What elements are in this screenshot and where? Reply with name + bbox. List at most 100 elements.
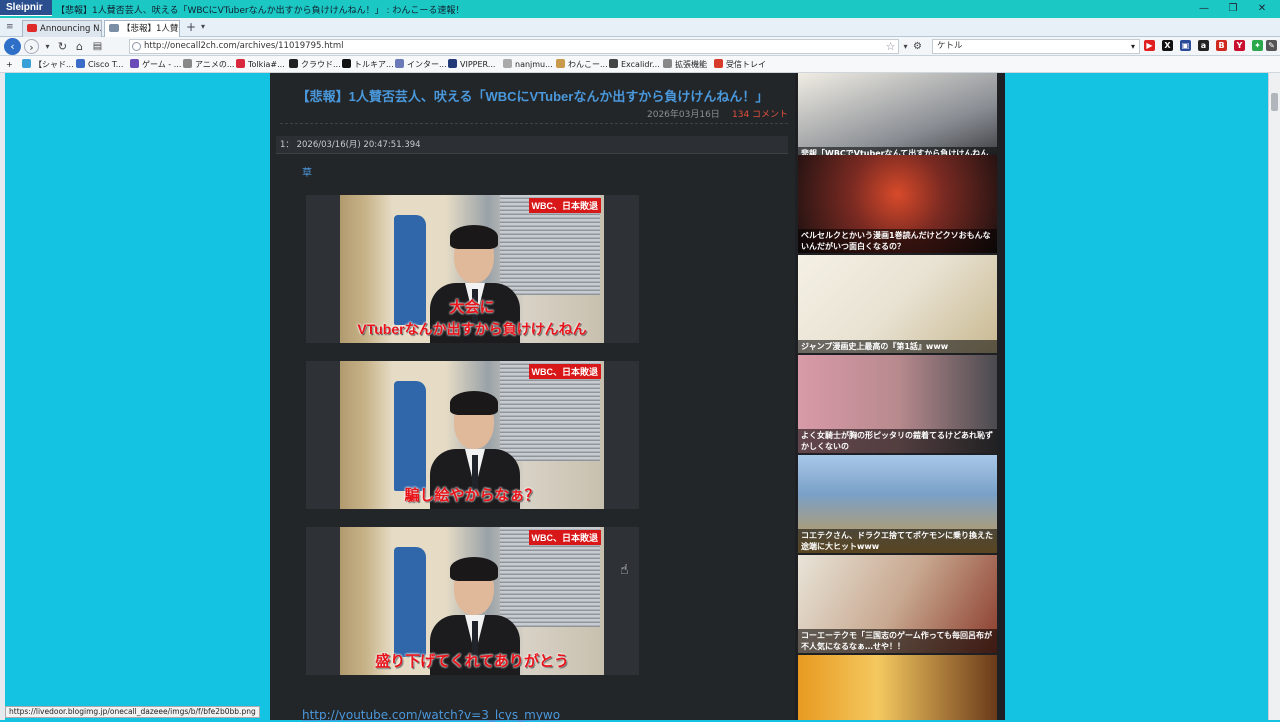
divider — [280, 123, 788, 124]
post-body: 草 — [302, 168, 312, 179]
article-date: 2026年03月16日 — [647, 110, 720, 120]
bookmark-item[interactable]: トルキア... — [342, 58, 394, 71]
bookmark-label: インター... — [407, 60, 447, 69]
bookmark-item[interactable]: Excalidr... — [609, 58, 660, 71]
maximize-icon[interactable]: ❐ — [1226, 2, 1240, 16]
bookmark-b-icon[interactable]: B — [1216, 40, 1227, 51]
thumbnail-image: WBC、日本敗退 盛り下げてくれてありがとう — [340, 527, 604, 675]
bookmark-item[interactable]: 受信トレイ — [714, 58, 766, 71]
related-article[interactable]: コーエーテクモ「三国志のゲーム作っても毎回呂布が不人気になるなぁ…せや！！ — [798, 555, 997, 653]
bookmark-item[interactable]: VIPPER... — [448, 58, 495, 71]
video-icon[interactable]: ▣ — [1180, 40, 1191, 51]
bookmark-label: Cisco T... — [88, 60, 124, 69]
tab-current[interactable]: 【悲報】1人賛否... — [104, 20, 180, 37]
y-icon[interactable]: Y — [1234, 40, 1245, 51]
pencil-icon[interactable]: ✎ — [1266, 40, 1277, 51]
thumbnail-badge: WBC、日本敗退 — [528, 530, 601, 545]
bookmark-item[interactable]: nanjmu... — [503, 58, 553, 71]
related-article-title: コーエーテクモ「三国志のゲーム作っても毎回呂布が不人気になるなぁ…せや！！ — [798, 629, 997, 653]
thumbnail-image: WBC、日本敗退 大会に VTuberなんか出すから負けけんねん — [340, 195, 604, 343]
bookmark-label: nanjmu... — [515, 60, 553, 69]
amazon-icon[interactable]: a — [1198, 40, 1209, 51]
bookmark-icon — [342, 59, 351, 68]
tab-menu-icon[interactable]: ▾ — [201, 22, 205, 31]
bookmark-label: ゲーム - ... — [142, 60, 182, 69]
related-article[interactable]: ベルセルクとかいう漫画1巻読んだけどクソおもんないんだがいつ面白くなるの？ — [798, 155, 997, 253]
back-button[interactable]: ‹ — [4, 38, 21, 55]
tab-list-icon[interactable]: ≡ — [6, 22, 14, 32]
bookmark-item[interactable]: ゲーム - ... — [130, 58, 181, 71]
bookmark-icon — [22, 59, 31, 68]
bookmark-item[interactable]: 拡張機能 — [663, 58, 707, 71]
search-input[interactable]: ケトル — [932, 39, 1140, 54]
comment-count-link[interactable]: 134 コメント — [732, 107, 788, 120]
bookmark-label: 受信トレイ — [726, 60, 766, 69]
video-thumbnail[interactable]: WBC、日本敗退 騙し絵やからなぁ？ — [306, 361, 639, 509]
extension-icon[interactable]: ✦ — [1252, 40, 1263, 51]
thumbnail-caption-line2: VTuberなんか出すから負けけんねん — [357, 321, 587, 337]
youtube-icon[interactable]: ▶ — [1144, 40, 1155, 51]
related-article[interactable]: ジャンプ漫画史上最高の『第1話』www — [798, 255, 997, 353]
bookmark-item[interactable]: クラウド... — [289, 58, 341, 71]
bookmark-label: トルキア... — [354, 60, 394, 69]
browser-brand[interactable]: Sleipnir — [0, 0, 52, 16]
bookmark-add-icon[interactable]: + — [6, 58, 13, 71]
post-header: 1： 2026/03/16(月) 20:47:51.394 — [276, 136, 788, 154]
wall-stripe — [394, 381, 426, 491]
thumbnail-caption: 騙し絵やからなぁ？ — [404, 487, 540, 504]
vertical-scrollbar[interactable] — [1268, 73, 1280, 720]
article-column: 【悲報】1人賛否芸人、吠える「WBCにVTuberなんか出すから負けけんねん！」… — [270, 73, 795, 722]
bookmark-item[interactable]: アニメの... — [183, 58, 234, 71]
site-info-icon[interactable] — [132, 42, 141, 51]
address-bar[interactable]: http://onecall2ch.com/archives/11019795.… — [129, 39, 899, 54]
forward-button[interactable]: › — [24, 39, 39, 54]
bookmark-label: クラウド... — [301, 60, 341, 69]
bookmark-label: Excalidr... — [621, 60, 660, 69]
scrollbar-thumb[interactable] — [1271, 93, 1278, 111]
bookmark-label: VIPPER... — [460, 60, 496, 69]
new-tab-button[interactable]: + — [186, 20, 196, 34]
thumbnail-caption-line1: 大会に — [449, 299, 495, 316]
minimize-icon[interactable]: — — [1197, 2, 1211, 16]
bookmarks-bar: + 【シャド... Cisco T... ゲーム - ... アニメの... T… — [0, 56, 1280, 73]
bookmark-item[interactable]: 【シャド... — [22, 58, 74, 71]
bookmark-star-icon[interactable]: ☆ — [883, 39, 898, 54]
window-title: 【悲報】1人賛否芸人、吠える「WBCにVTuberなんか出すから負けけんねん！」… — [56, 6, 465, 16]
related-article-title: ジャンプ漫画史上最高の『第1話』www — [798, 340, 997, 353]
bookmark-item[interactable]: わんこー... — [556, 58, 608, 71]
home-button[interactable]: ⌂ — [72, 39, 87, 54]
related-sidebar: 悲報「WBCでVtuberなんて出すから負けけんねんw盛り下げてくれてほんまあり… — [795, 73, 1005, 720]
video-thumbnail[interactable]: WBC、日本敗退 大会に VTuberなんか出すから負けけんねん — [306, 195, 639, 343]
bookmark-label: 拡張機能 — [675, 60, 707, 69]
video-thumbnail[interactable]: WBC、日本敗退 盛り下げてくれてありがとう — [306, 527, 639, 675]
related-article[interactable]: コエテクさん、ドラクエ捨ててポケモンに乗り換えた途端に大ヒットwww — [798, 455, 997, 553]
hair — [450, 391, 498, 415]
search-dropdown-icon[interactable]: ▾ — [1131, 42, 1135, 51]
bookmark-item[interactable]: Tolkia#... — [236, 58, 285, 71]
history-dropdown-icon[interactable]: ▾ — [40, 39, 55, 54]
wall-stripe — [394, 547, 426, 657]
hair — [450, 557, 498, 581]
page-icon[interactable]: ▤ — [90, 39, 105, 54]
hand-cursor-icon: ☝ — [620, 562, 629, 578]
tab-announcing[interactable]: Announcing N... — [22, 20, 102, 37]
bookmark-item[interactable]: インター... — [395, 58, 447, 71]
bookmark-label: アニメの... — [195, 60, 235, 69]
x-icon[interactable]: X — [1162, 40, 1173, 51]
left-frame — [0, 73, 5, 720]
bookmark-label: 【シャド... — [34, 60, 74, 69]
bookmark-icon — [130, 59, 139, 68]
search-engine-icon[interactable]: ⚙ — [910, 39, 925, 54]
related-article-title: よく女騎士が胸の形ピッタリの鎧着てるけどあれ恥ずかしくないの — [798, 429, 997, 453]
bookmark-icon — [76, 59, 85, 68]
bookmark-label: Tolkia#... — [248, 60, 285, 69]
bookmark-item[interactable]: Cisco T... — [76, 58, 123, 71]
bookmark-icon — [289, 59, 298, 68]
article-title[interactable]: 【悲報】1人賛否芸人、吠える「WBCにVTuberなんか出すから負けけんねん！」 — [270, 86, 795, 105]
related-article[interactable]: よく女騎士が胸の形ピッタリの鎧着てるけどあれ恥ずかしくないの — [798, 355, 997, 453]
bookmark-icon — [714, 59, 723, 68]
bookmark-label: わんこー... — [568, 60, 608, 69]
related-article[interactable] — [798, 655, 997, 720]
close-icon[interactable]: ✕ — [1255, 2, 1269, 16]
reload-button[interactable]: ↻ — [55, 39, 70, 54]
